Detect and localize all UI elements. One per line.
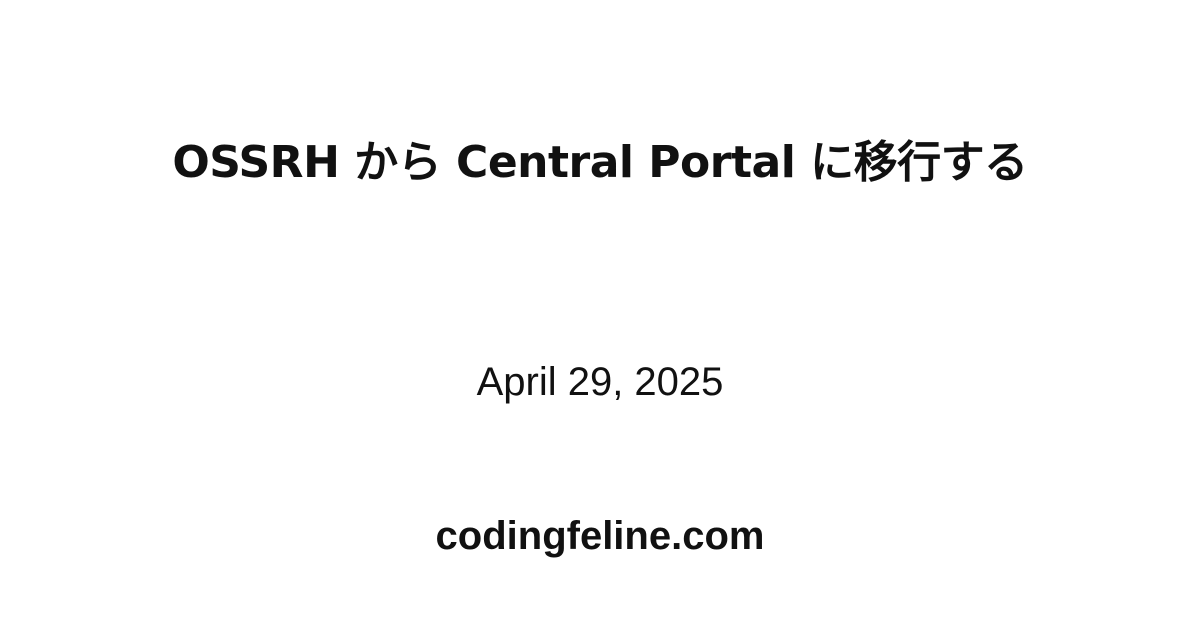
site-domain: codingfeline.com <box>435 514 765 558</box>
publish-date: April 29, 2025 <box>476 360 724 404</box>
og-card: OSSRH から Central Portal に移行する April 29, … <box>0 0 1200 630</box>
page-title: OSSRH から Central Portal に移行する <box>172 137 1028 188</box>
